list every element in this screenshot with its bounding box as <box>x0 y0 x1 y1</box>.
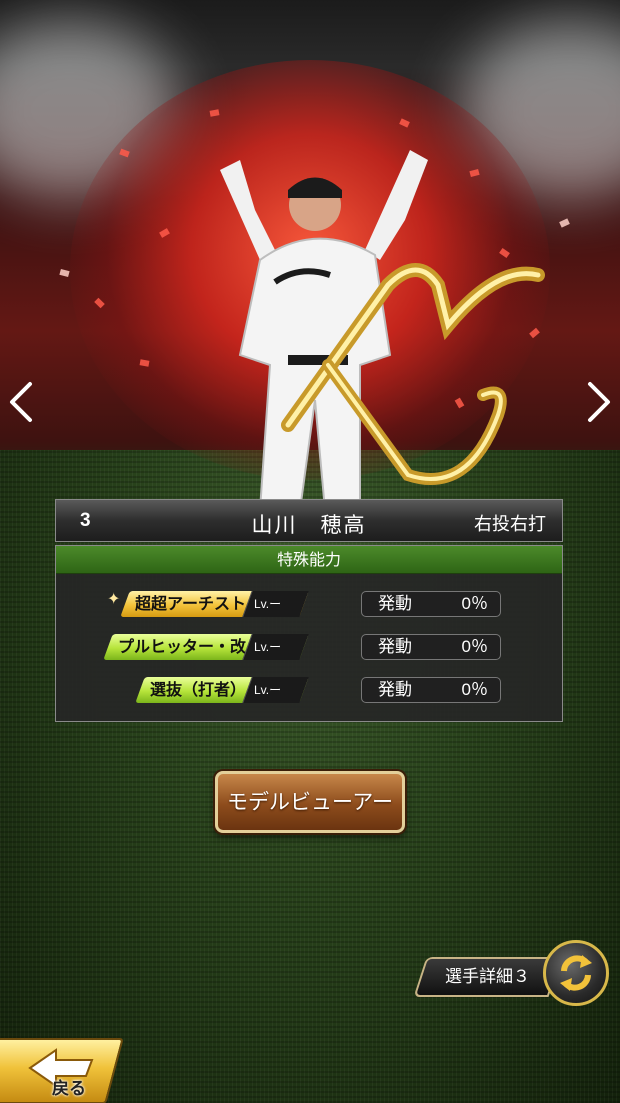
player-name-bar: 3 山川 穂高 右投右打 <box>55 499 563 542</box>
ability-activation: 発動 0％ <box>361 634 501 660</box>
player-detail-button[interactable]: 選手詳細３ <box>413 957 562 997</box>
activation-percent: 0％ <box>461 680 488 699</box>
ability-level: Lv.ー <box>254 597 282 611</box>
throwing-batting-hand: 右投右打 <box>474 514 546 535</box>
activation-percent: 0％ <box>461 594 488 613</box>
ability-row[interactable]: 選抜（打者） Lv.ー 発動 0％ <box>56 677 562 705</box>
ability-level: Lv.ー <box>254 640 282 654</box>
ability-level: Lv.ー <box>254 683 282 697</box>
back-label: 戻る <box>52 1079 86 1099</box>
activation-percent: 0％ <box>461 637 488 656</box>
ability-prefix: 超 <box>134 594 151 613</box>
activation-label: 発動 <box>378 680 412 700</box>
refresh-button[interactable] <box>543 940 609 1006</box>
ability-tag: プルヒッター・改 Lv.ー <box>103 634 309 660</box>
player-detail-label: 選手詳細３ <box>445 967 530 987</box>
refresh-icon <box>560 955 592 991</box>
ability-activation: 発動 0％ <box>361 677 501 703</box>
ability-label: プルヒッター・改 <box>117 637 246 656</box>
model-viewer-button[interactable]: モデルビューアー <box>215 771 405 833</box>
ability-label: 超アーチスト <box>150 594 246 613</box>
ability-tag: 選抜（打者） Lv.ー <box>135 677 309 703</box>
ability-tag: ✦ 超超アーチスト Lv.ー <box>107 589 309 617</box>
ability-row[interactable]: プルヒッター・改 Lv.ー 発動 0％ <box>56 634 562 662</box>
ability-label: 選抜（打者） <box>149 680 246 699</box>
ability-activation: 発動 0％ <box>361 591 501 617</box>
gold-signature <box>281 263 545 485</box>
activation-label: 発動 <box>378 637 412 657</box>
special-abilities-panel: 特殊能力 ✦ 超超アーチスト Lv.ー 発動 0％ プルヒッター・改 Lv.ー … <box>55 545 563 722</box>
ability-row[interactable]: ✦ 超超アーチスト Lv.ー 発動 0％ <box>56 589 562 619</box>
abilities-header: 特殊能力 <box>56 546 562 574</box>
player-card-screen: 3 山川 穂高 右投右打 特殊能力 ✦ 超超アーチスト Lv.ー 発動 0％ プ… <box>0 0 620 1103</box>
activation-label: 発動 <box>378 594 412 614</box>
sparkle-icon: ✦ <box>106 589 121 608</box>
chevron-right-icon[interactable] <box>584 380 614 424</box>
chevron-left-icon[interactable] <box>6 380 36 424</box>
